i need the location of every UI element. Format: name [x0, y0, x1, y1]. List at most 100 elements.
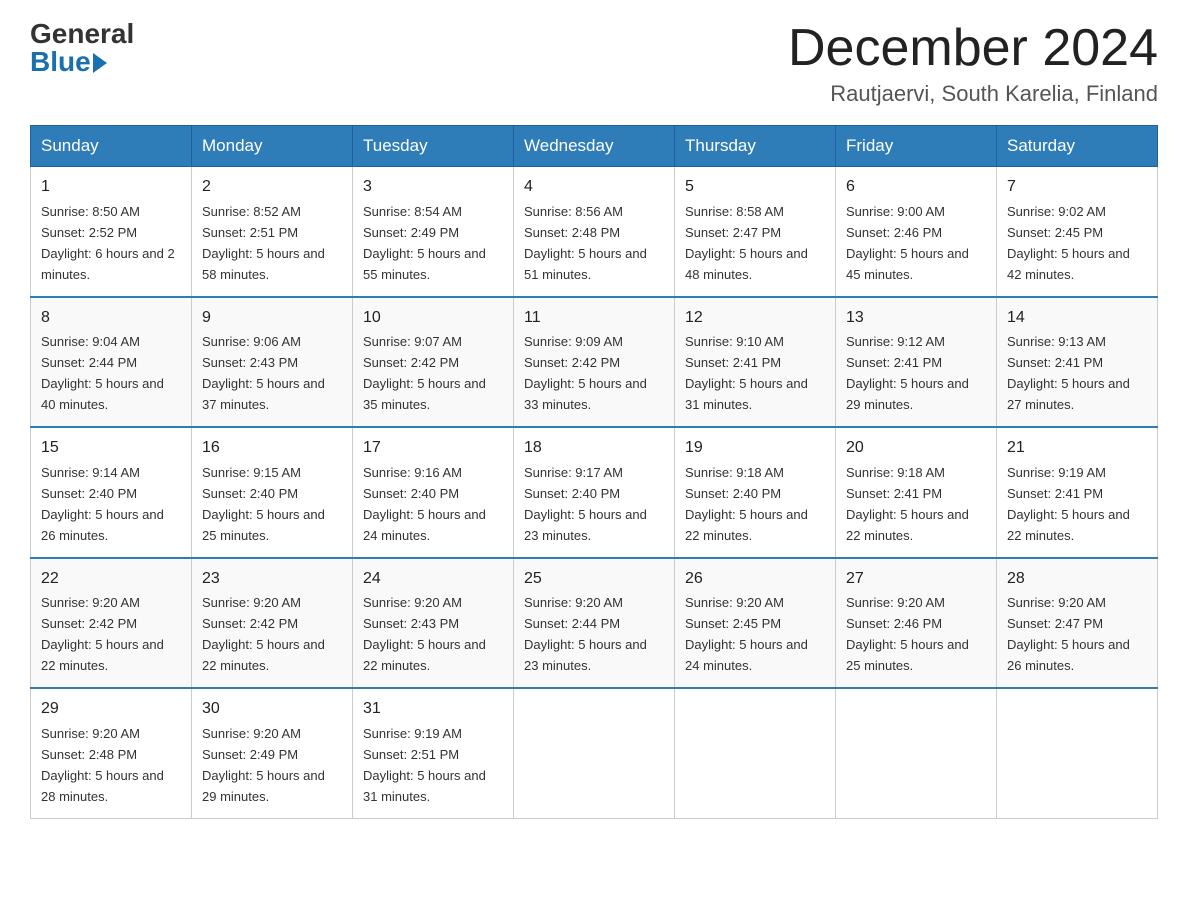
- calendar-week-row: 15 Sunrise: 9:14 AMSunset: 2:40 PMDaylig…: [31, 427, 1158, 557]
- day-info: Sunrise: 9:20 AMSunset: 2:42 PMDaylight:…: [202, 595, 325, 673]
- calendar-cell: 24 Sunrise: 9:20 AMSunset: 2:43 PMDaylig…: [353, 558, 514, 688]
- day-info: Sunrise: 9:20 AMSunset: 2:42 PMDaylight:…: [41, 595, 164, 673]
- day-number: 25: [524, 567, 664, 592]
- location-title: Rautjaervi, South Karelia, Finland: [788, 81, 1158, 107]
- day-number: 14: [1007, 306, 1147, 331]
- header-saturday: Saturday: [997, 126, 1158, 167]
- day-number: 26: [685, 567, 825, 592]
- day-info: Sunrise: 9:19 AMSunset: 2:41 PMDaylight:…: [1007, 465, 1130, 543]
- calendar-cell: 20 Sunrise: 9:18 AMSunset: 2:41 PMDaylig…: [836, 427, 997, 557]
- day-number: 12: [685, 306, 825, 331]
- calendar-cell: 29 Sunrise: 9:20 AMSunset: 2:48 PMDaylig…: [31, 688, 192, 818]
- day-number: 7: [1007, 175, 1147, 200]
- calendar-cell: [836, 688, 997, 818]
- page-header: General Blue December 2024 Rautjaervi, S…: [30, 20, 1158, 107]
- day-number: 30: [202, 697, 342, 722]
- calendar-cell: 23 Sunrise: 9:20 AMSunset: 2:42 PMDaylig…: [192, 558, 353, 688]
- day-info: Sunrise: 8:54 AMSunset: 2:49 PMDaylight:…: [363, 204, 486, 282]
- day-number: 15: [41, 436, 181, 461]
- calendar-cell: 12 Sunrise: 9:10 AMSunset: 2:41 PMDaylig…: [675, 297, 836, 427]
- calendar-cell: 14 Sunrise: 9:13 AMSunset: 2:41 PMDaylig…: [997, 297, 1158, 427]
- calendar-cell: 27 Sunrise: 9:20 AMSunset: 2:46 PMDaylig…: [836, 558, 997, 688]
- day-number: 4: [524, 175, 664, 200]
- day-number: 8: [41, 306, 181, 331]
- day-number: 17: [363, 436, 503, 461]
- calendar-cell: [675, 688, 836, 818]
- calendar-cell: 17 Sunrise: 9:16 AMSunset: 2:40 PMDaylig…: [353, 427, 514, 557]
- day-number: 9: [202, 306, 342, 331]
- calendar-cell: 18 Sunrise: 9:17 AMSunset: 2:40 PMDaylig…: [514, 427, 675, 557]
- calendar-cell: 25 Sunrise: 9:20 AMSunset: 2:44 PMDaylig…: [514, 558, 675, 688]
- day-info: Sunrise: 9:16 AMSunset: 2:40 PMDaylight:…: [363, 465, 486, 543]
- header-friday: Friday: [836, 126, 997, 167]
- day-info: Sunrise: 8:56 AMSunset: 2:48 PMDaylight:…: [524, 204, 647, 282]
- calendar-cell: 22 Sunrise: 9:20 AMSunset: 2:42 PMDaylig…: [31, 558, 192, 688]
- logo-triangle-icon: [93, 53, 107, 73]
- day-info: Sunrise: 9:20 AMSunset: 2:47 PMDaylight:…: [1007, 595, 1130, 673]
- calendar-cell: 3 Sunrise: 8:54 AMSunset: 2:49 PMDayligh…: [353, 167, 514, 297]
- calendar-cell: 21 Sunrise: 9:19 AMSunset: 2:41 PMDaylig…: [997, 427, 1158, 557]
- month-title: December 2024: [788, 20, 1158, 77]
- day-info: Sunrise: 9:09 AMSunset: 2:42 PMDaylight:…: [524, 334, 647, 412]
- day-number: 20: [846, 436, 986, 461]
- day-number: 16: [202, 436, 342, 461]
- day-number: 13: [846, 306, 986, 331]
- day-info: Sunrise: 9:14 AMSunset: 2:40 PMDaylight:…: [41, 465, 164, 543]
- logo-blue-text: Blue: [30, 48, 107, 76]
- calendar-cell: 26 Sunrise: 9:20 AMSunset: 2:45 PMDaylig…: [675, 558, 836, 688]
- day-number: 2: [202, 175, 342, 200]
- day-number: 31: [363, 697, 503, 722]
- calendar-cell: 5 Sunrise: 8:58 AMSunset: 2:47 PMDayligh…: [675, 167, 836, 297]
- day-info: Sunrise: 9:12 AMSunset: 2:41 PMDaylight:…: [846, 334, 969, 412]
- calendar-table: Sunday Monday Tuesday Wednesday Thursday…: [30, 125, 1158, 818]
- day-number: 22: [41, 567, 181, 592]
- day-number: 27: [846, 567, 986, 592]
- day-info: Sunrise: 8:58 AMSunset: 2:47 PMDaylight:…: [685, 204, 808, 282]
- day-info: Sunrise: 9:10 AMSunset: 2:41 PMDaylight:…: [685, 334, 808, 412]
- day-number: 21: [1007, 436, 1147, 461]
- calendar-cell: 9 Sunrise: 9:06 AMSunset: 2:43 PMDayligh…: [192, 297, 353, 427]
- day-info: Sunrise: 9:20 AMSunset: 2:45 PMDaylight:…: [685, 595, 808, 673]
- day-info: Sunrise: 9:18 AMSunset: 2:41 PMDaylight:…: [846, 465, 969, 543]
- day-info: Sunrise: 9:04 AMSunset: 2:44 PMDaylight:…: [41, 334, 164, 412]
- calendar-cell: 7 Sunrise: 9:02 AMSunset: 2:45 PMDayligh…: [997, 167, 1158, 297]
- day-info: Sunrise: 9:19 AMSunset: 2:51 PMDaylight:…: [363, 726, 486, 804]
- calendar-cell: 16 Sunrise: 9:15 AMSunset: 2:40 PMDaylig…: [192, 427, 353, 557]
- day-info: Sunrise: 9:20 AMSunset: 2:43 PMDaylight:…: [363, 595, 486, 673]
- header-tuesday: Tuesday: [353, 126, 514, 167]
- day-info: Sunrise: 8:50 AMSunset: 2:52 PMDaylight:…: [41, 204, 175, 282]
- header-thursday: Thursday: [675, 126, 836, 167]
- calendar-cell: 19 Sunrise: 9:18 AMSunset: 2:40 PMDaylig…: [675, 427, 836, 557]
- calendar-week-row: 1 Sunrise: 8:50 AMSunset: 2:52 PMDayligh…: [31, 167, 1158, 297]
- day-info: Sunrise: 9:20 AMSunset: 2:48 PMDaylight:…: [41, 726, 164, 804]
- day-number: 18: [524, 436, 664, 461]
- calendar-cell: 11 Sunrise: 9:09 AMSunset: 2:42 PMDaylig…: [514, 297, 675, 427]
- day-number: 6: [846, 175, 986, 200]
- weekday-header-row: Sunday Monday Tuesday Wednesday Thursday…: [31, 126, 1158, 167]
- calendar-cell: 30 Sunrise: 9:20 AMSunset: 2:49 PMDaylig…: [192, 688, 353, 818]
- calendar-cell: [514, 688, 675, 818]
- day-number: 10: [363, 306, 503, 331]
- calendar-cell: 31 Sunrise: 9:19 AMSunset: 2:51 PMDaylig…: [353, 688, 514, 818]
- calendar-cell: 10 Sunrise: 9:07 AMSunset: 2:42 PMDaylig…: [353, 297, 514, 427]
- day-number: 28: [1007, 567, 1147, 592]
- day-info: Sunrise: 9:13 AMSunset: 2:41 PMDaylight:…: [1007, 334, 1130, 412]
- day-number: 23: [202, 567, 342, 592]
- calendar-cell: 2 Sunrise: 8:52 AMSunset: 2:51 PMDayligh…: [192, 167, 353, 297]
- header-monday: Monday: [192, 126, 353, 167]
- calendar-cell: 28 Sunrise: 9:20 AMSunset: 2:47 PMDaylig…: [997, 558, 1158, 688]
- title-area: December 2024 Rautjaervi, South Karelia,…: [788, 20, 1158, 107]
- day-number: 29: [41, 697, 181, 722]
- day-info: Sunrise: 9:20 AMSunset: 2:46 PMDaylight:…: [846, 595, 969, 673]
- day-number: 24: [363, 567, 503, 592]
- day-info: Sunrise: 9:07 AMSunset: 2:42 PMDaylight:…: [363, 334, 486, 412]
- day-info: Sunrise: 9:18 AMSunset: 2:40 PMDaylight:…: [685, 465, 808, 543]
- day-info: Sunrise: 9:17 AMSunset: 2:40 PMDaylight:…: [524, 465, 647, 543]
- calendar-cell: 4 Sunrise: 8:56 AMSunset: 2:48 PMDayligh…: [514, 167, 675, 297]
- day-number: 11: [524, 306, 664, 331]
- header-wednesday: Wednesday: [514, 126, 675, 167]
- calendar-week-row: 22 Sunrise: 9:20 AMSunset: 2:42 PMDaylig…: [31, 558, 1158, 688]
- calendar-cell: 13 Sunrise: 9:12 AMSunset: 2:41 PMDaylig…: [836, 297, 997, 427]
- day-info: Sunrise: 9:00 AMSunset: 2:46 PMDaylight:…: [846, 204, 969, 282]
- logo: General Blue: [30, 20, 134, 76]
